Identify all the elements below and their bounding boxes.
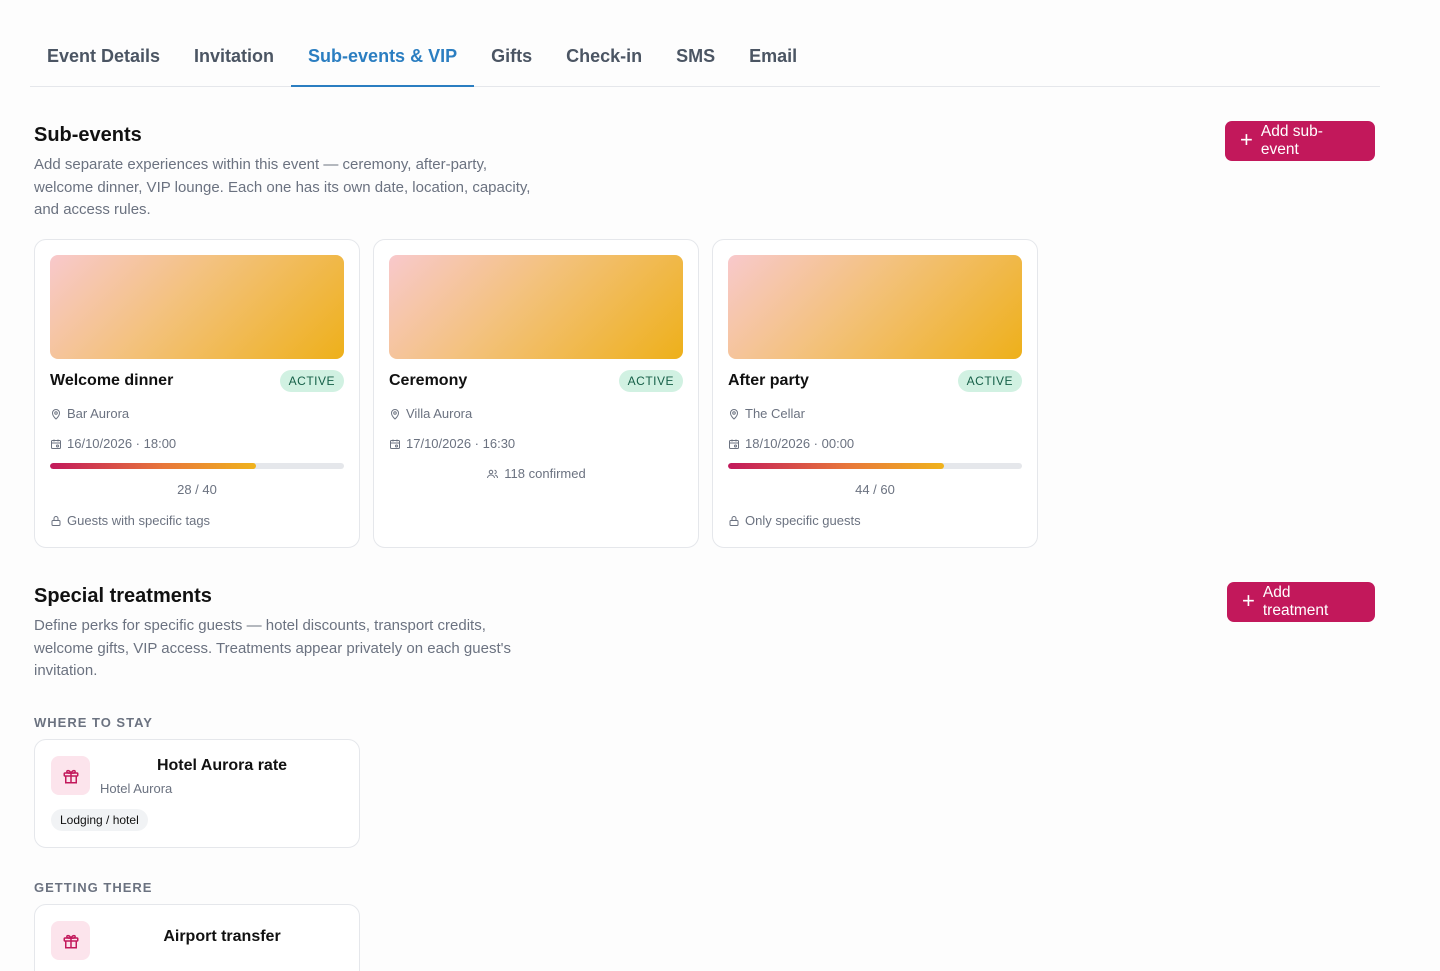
capacity-label: 44 / 60 (855, 482, 895, 497)
confirmed-text: 118 confirmed (504, 466, 586, 481)
sub-event-banner (50, 255, 344, 359)
capacity-progress (50, 463, 344, 469)
sub-event-date: 18/10/2026 · 00:00 (728, 434, 1022, 453)
gift-icon (63, 934, 78, 948)
sub-event-access: Only specific guests (728, 511, 1022, 530)
tab-gifts[interactable]: Gifts (474, 28, 549, 86)
capacity-label: 28 / 40 (177, 482, 217, 497)
sub-event-card[interactable]: Ceremony ACTIVE Villa Aurora 17/10/2026 … (373, 239, 699, 548)
add-treatment-label: Add treatment (1262, 584, 1329, 619)
map-pin-icon (729, 408, 739, 420)
location-text: Villa Aurora (406, 406, 473, 421)
sub-event-banner (389, 255, 683, 359)
tab-event-details[interactable]: Event Details (30, 28, 177, 86)
plus-icon: + (1242, 588, 1255, 613)
lock-icon (729, 515, 739, 526)
sub-event-date: 16/10/2026 · 18:00 (50, 434, 344, 453)
sub-event-card[interactable]: Welcome dinner ACTIVE Bar Aurora 16/10/2… (34, 239, 360, 548)
sub-event-date: 17/10/2026 · 16:30 (389, 434, 683, 453)
gift-icon (63, 769, 78, 783)
page: Event Details Invitation Sub-events & VI… (0, 0, 1440, 971)
sub-event-title: Ceremony (389, 372, 468, 389)
sub-event-location: Bar Aurora (50, 404, 344, 423)
calendar-icon (390, 439, 400, 449)
treatment-title: Hotel Aurora rate (156, 757, 288, 774)
treatments-description: Define perks for specific guests — hotel… (34, 617, 511, 679)
add-sub-event-label: Add sub-event (1260, 123, 1323, 158)
tab-email[interactable]: Email (732, 28, 814, 86)
sub-event-card[interactable]: After party ACTIVE The Cellar 18/10/2026… (712, 239, 1038, 548)
tab-sms[interactable]: SMS (659, 28, 732, 86)
users-icon (487, 469, 499, 478)
group-label-where-to-stay: WHERE TO STAY (34, 715, 153, 730)
access-text: Only specific guests (745, 513, 861, 528)
subevents-description: Add separate experiences within this eve… (34, 156, 531, 218)
treatment-tag: Lodging / hotel (51, 809, 148, 831)
sub-event-title: After party (728, 372, 809, 389)
access-text: Guests with specific tags (67, 513, 211, 528)
add-treatment-button[interactable]: + Add treatment (1227, 582, 1375, 622)
treatment-subtitle: Hotel Aurora (100, 781, 173, 796)
treatment-title: Airport transfer (163, 928, 281, 945)
lock-icon (51, 515, 61, 526)
tab-check-in[interactable]: Check-in (549, 28, 659, 86)
status-badge: ACTIVE (279, 370, 344, 392)
tab-invitation[interactable]: Invitation (177, 28, 291, 86)
location-text: The Cellar (745, 406, 805, 421)
date-text: 16/10/2026 · 18:00 (67, 436, 177, 451)
capacity-progress (728, 463, 1022, 469)
tab-bar: Event Details Invitation Sub-events & VI… (30, 28, 1380, 87)
treatment-card[interactable]: Airport transfer (34, 904, 360, 971)
treatment-card[interactable]: Hotel Aurora rate Hotel Aurora Lodging /… (34, 739, 360, 848)
date-text: 18/10/2026 · 00:00 (745, 436, 855, 451)
treatments-title: Special treatments (34, 585, 212, 607)
capacity-progress-fill (728, 463, 944, 469)
status-badge: ACTIVE (957, 370, 1022, 392)
capacity-progress-fill (50, 463, 256, 469)
sub-event-banner (728, 255, 1022, 359)
status-badge: ACTIVE (618, 370, 683, 392)
sub-event-title: Welcome dinner (50, 372, 174, 389)
group-label-getting-there: GETTING THERE (34, 880, 153, 895)
calendar-icon (51, 439, 61, 449)
sub-event-location: The Cellar (728, 404, 1022, 423)
location-text: Bar Aurora (67, 406, 130, 421)
sub-event-list: Welcome dinner ACTIVE Bar Aurora 16/10/2… (34, 239, 1038, 548)
map-pin-icon (51, 408, 61, 420)
add-sub-event-button[interactable]: + Add sub-event (1225, 121, 1375, 161)
calendar-icon (729, 439, 739, 449)
map-pin-icon (390, 408, 400, 420)
date-text: 17/10/2026 · 16:30 (406, 436, 516, 451)
sub-event-access: Guests with specific tags (50, 511, 344, 530)
plus-icon: + (1240, 127, 1253, 152)
subevents-title: Sub-events (34, 124, 142, 146)
sub-event-confirmed: 118 confirmed (389, 464, 683, 483)
sub-event-location: Villa Aurora (389, 404, 683, 423)
tab-sub-events-vip[interactable]: Sub-events & VIP (291, 28, 475, 87)
